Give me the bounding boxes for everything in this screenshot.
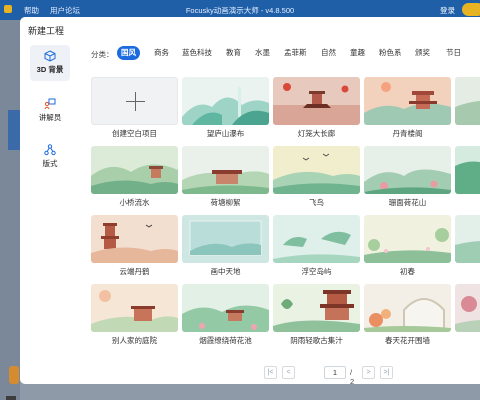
template-card-blank[interactable]: 创建空白项目 [91,77,178,138]
template-grid: 创建空白项目 望庐山瀑布 灯笼大长廊 丹青楼阁 小桥流水 荷塘柳絮 飞鸟 珊面荷… [91,77,480,367]
template-card[interactable]: 阴雨轻歌古集汁 [273,284,360,345]
template-title: 云端丹鹤 [119,267,150,276]
template-title: 别人家的庭院 [112,336,157,345]
template-title: 春天花开围墙 [385,336,430,345]
template-thumbnail[interactable] [273,284,360,332]
login-button[interactable]: 登录 [440,5,455,16]
filter-label: 分类： [91,50,114,59]
template-thumbnail[interactable] [364,215,451,263]
template-card[interactable]: 珊面荷花山 [364,146,451,207]
template-card-partial[interactable] [455,146,480,194]
template-title: 灯笼大长廊 [297,129,336,138]
sidebar-item-3d-background[interactable]: 3D 背景 [30,45,70,81]
template-card-partial[interactable] [455,284,480,332]
template-title: 珊面荷花山 [388,198,427,207]
template-card[interactable]: 小桥流水 [91,146,178,207]
blank-project-thumb[interactable] [91,77,178,125]
page-number-input[interactable]: 1 [324,366,346,379]
dialog-title: 新建工程 [28,26,65,36]
template-title: 创建空白项目 [112,129,157,138]
template-thumbnail[interactable] [455,146,480,194]
template-title: 望庐山瀑布 [206,129,245,138]
template-title: 画中天地 [210,267,241,276]
template-card[interactable]: 烟霞缭绕荷花池 [182,284,269,345]
template-title: 初春 [400,267,415,276]
template-card[interactable]: 别人家的庭院 [91,284,178,345]
template-thumbnail[interactable] [455,284,480,332]
filter-chip-blue-tech[interactable]: 蓝色科技 [178,46,216,60]
template-thumbnail[interactable] [182,77,269,125]
first-page-button[interactable]: |< [264,366,277,379]
sidebar-item-label: 讲解员 [38,113,62,122]
template-card[interactable]: 云端丹鹤 [91,215,178,276]
filter-chip-ink[interactable]: 水墨 [251,46,274,60]
template-thumbnail[interactable] [182,146,269,194]
next-page-button[interactable]: > [362,366,375,379]
sidebar-item-presenter[interactable]: 讲解员 [30,93,70,129]
template-card[interactable]: 春天花开围墙 [364,284,451,345]
filter-chip-business[interactable]: 商务 [150,46,173,60]
app-title: Focusky动画演示大师 - v4.8.500 [185,6,295,15]
filter-chip-kids[interactable]: 童趣 [346,46,369,60]
last-page-button[interactable]: >| [380,366,393,379]
template-title: 阴雨轻歌古集汁 [290,336,343,345]
filter-chip-award[interactable]: 颁奖 [411,46,434,60]
background-app-panel [0,20,20,400]
sidebar-item-layout[interactable]: 版式 [30,139,70,175]
template-card[interactable]: 丹青楼阁 [364,77,451,138]
new-project-dialog: 新建工程 3D 背景 讲解员 版式 分类： 国风 商务 蓝色科技 教育 水墨 孟… [20,17,480,384]
template-thumbnail[interactable] [91,215,178,263]
filter-chip-nature[interactable]: 自然 [317,46,340,60]
template-title: 飞鸟 [309,198,324,207]
template-thumbnail[interactable] [273,146,360,194]
template-thumbnail[interactable] [455,215,480,263]
template-thumbnail[interactable] [182,284,269,332]
template-card[interactable]: 望庐山瀑布 [182,77,269,138]
sidebar-item-label: 3D 背景 [36,65,64,74]
filter-chip-pink[interactable]: 粉色系 [375,46,406,60]
template-card[interactable]: 画中天地 [182,215,269,276]
template-title: 烟霞缭绕荷花池 [199,336,252,345]
background-tool-icon [6,396,16,400]
template-thumbnail[interactable] [182,215,269,263]
page-total: / 2 [350,368,355,384]
template-title: 荷塘柳絮 [210,198,241,207]
template-card[interactable]: 灯笼大长廊 [273,77,360,138]
template-card[interactable]: 初春 [364,215,451,276]
template-title: 丹青楼阁 [392,129,423,138]
template-thumbnail[interactable] [364,284,451,332]
template-title: 小桥流水 [119,198,150,207]
template-card-partial[interactable] [455,215,480,263]
template-thumbnail[interactable] [273,215,360,263]
template-thumbnail[interactable] [91,284,178,332]
background-panel-item [8,110,20,150]
presenter-icon [44,98,56,110]
template-thumbnail[interactable] [364,146,451,194]
template-card[interactable]: 荷塘柳絮 [182,146,269,207]
background-tool-icon [9,366,19,384]
filter-chip-education[interactable]: 教育 [222,46,245,60]
prev-page-button[interactable]: < [282,366,295,379]
template-card[interactable]: 浮空岛屿 [273,215,360,276]
template-thumbnail[interactable] [273,77,360,125]
cube-icon [44,50,56,62]
filter-chip-festival[interactable]: 节日 [442,46,465,60]
template-thumbnail[interactable] [455,77,480,125]
layout-icon [44,144,56,156]
filter-chip-guofeng[interactable]: 国风 [117,46,140,60]
template-card-partial[interactable] [455,77,480,125]
filter-chip-memphis[interactable]: 孟菲斯 [280,46,311,60]
template-thumbnail[interactable] [91,146,178,194]
template-thumbnail[interactable] [364,77,451,125]
template-title: 浮空岛屿 [301,267,332,276]
vip-badge[interactable] [462,3,480,16]
template-card[interactable]: 飞鸟 [273,146,360,207]
sidebar-item-label: 版式 [42,159,58,168]
